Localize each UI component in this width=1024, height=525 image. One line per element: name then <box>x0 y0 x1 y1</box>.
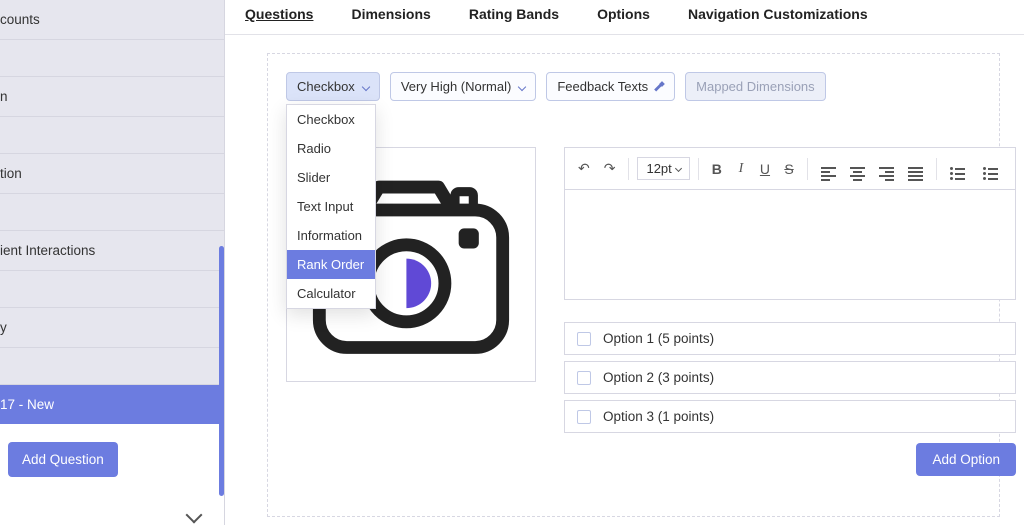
add-question-button[interactable]: Add Question <box>8 442 118 477</box>
separator <box>698 158 699 180</box>
sidebar-item-label: n <box>0 89 8 104</box>
type-pill-label: Checkbox <box>297 79 355 94</box>
sidebar-spacer <box>0 39 224 76</box>
sidebar-item[interactable]: counts <box>0 0 224 39</box>
underline-button[interactable]: U <box>755 157 775 181</box>
dropdown-item-highlight[interactable]: Rank Order <box>287 250 375 279</box>
weight-pill[interactable]: Very High (Normal) <box>390 72 537 101</box>
sidebar-item-label: tion <box>0 166 22 181</box>
rte-editor[interactable] <box>564 190 1016 300</box>
bullet-list-button[interactable] <box>945 153 970 184</box>
weight-pill-label: Very High (Normal) <box>401 79 512 94</box>
tabs: Questions Dimensions Rating Bands Option… <box>225 0 1024 35</box>
sidebar-scrollbar[interactable] <box>219 246 224 496</box>
bold-button[interactable]: B <box>707 157 727 181</box>
redo-button[interactable]: ↷ <box>599 156 621 181</box>
rte-toolbar: ↶ ↷ 12pt B I U S <box>564 147 1016 190</box>
dropdown-item[interactable]: Slider <box>287 163 375 192</box>
dropdown-item[interactable]: Radio <box>287 134 375 163</box>
options-list: Option 1 (5 points) Option 2 (3 points) … <box>564 322 1016 433</box>
app-root: counts n tion ient Interactions y 17 - N… <box>0 0 1024 525</box>
sidebar-item-label: ient Interactions <box>0 243 95 258</box>
question-panel: Checkbox Checkbox Radio Slider Text Inpu… <box>267 53 1000 517</box>
font-size-value: 12pt <box>646 161 671 176</box>
chevron-down-icon <box>518 82 526 90</box>
sidebar-item-active[interactable]: 17 - New <box>0 384 224 424</box>
question-title: New <box>286 115 981 131</box>
sidebar: counts n tion ient Interactions y 17 - N… <box>0 0 225 525</box>
chevron-down-icon <box>362 82 370 90</box>
separator <box>936 158 937 180</box>
numbered-list-button[interactable] <box>978 153 1003 184</box>
main-content: Questions Dimensions Rating Bands Option… <box>225 0 1024 525</box>
align-right-button[interactable] <box>874 152 899 185</box>
italic-button[interactable]: I <box>731 157 751 181</box>
font-size-select[interactable]: 12pt <box>637 157 689 180</box>
align-justify-button[interactable] <box>903 152 928 185</box>
checkbox-icon[interactable] <box>577 332 591 346</box>
editor-area: Checkbox Checkbox Radio Slider Text Inpu… <box>225 35 1024 525</box>
sidebar-spacer <box>0 347 224 384</box>
mapped-pill-label: Mapped Dimensions <box>696 79 815 94</box>
dropdown-item[interactable]: Checkbox <box>287 105 375 134</box>
undo-button[interactable]: ↶ <box>573 156 595 181</box>
add-option-row: Add Option <box>564 443 1016 476</box>
sidebar-lower: Add Question <box>0 424 224 525</box>
feedback-pill[interactable]: Feedback Texts <box>546 72 675 101</box>
checkbox-icon[interactable] <box>577 410 591 424</box>
sidebar-item-label: y <box>0 320 7 335</box>
tab-rating-bands[interactable]: Rating Bands <box>469 6 559 24</box>
option-label: Option 2 (3 points) <box>603 370 714 385</box>
sidebar-item[interactable]: tion <box>0 153 224 193</box>
add-option-button[interactable]: Add Option <box>916 443 1016 476</box>
sidebar-spacer <box>0 193 224 230</box>
tab-options[interactable]: Options <box>597 6 650 24</box>
dropdown-item[interactable]: Text Input <box>287 192 375 221</box>
tab-dimensions[interactable]: Dimensions <box>351 6 430 24</box>
expand-row[interactable] <box>0 499 224 525</box>
mapped-dimensions-pill: Mapped Dimensions <box>685 72 826 101</box>
chevron-down-icon <box>675 165 682 172</box>
sidebar-item-label: counts <box>0 12 40 27</box>
checkbox-icon[interactable] <box>577 371 591 385</box>
dropdown-item[interactable]: Calculator <box>287 279 375 308</box>
dropdown-item[interactable]: Information <box>287 221 375 250</box>
separator <box>628 158 629 180</box>
pill-row: Checkbox Checkbox Radio Slider Text Inpu… <box>286 72 981 101</box>
strike-button[interactable]: S <box>779 157 799 181</box>
sidebar-item[interactable]: n <box>0 76 224 116</box>
feedback-pill-label: Feedback Texts <box>557 79 648 94</box>
option-label: Option 3 (1 points) <box>603 409 714 424</box>
align-left-button[interactable] <box>816 152 841 185</box>
separator <box>807 158 808 180</box>
sidebar-spacer <box>0 116 224 153</box>
option-row[interactable]: Option 2 (3 points) <box>564 361 1016 394</box>
type-dropdown: Checkbox Radio Slider Text Input Informa… <box>286 104 376 309</box>
option-row[interactable]: Option 1 (5 points) <box>564 322 1016 355</box>
sidebar-item-label: 17 - New <box>0 397 54 412</box>
edit-icon <box>654 82 664 92</box>
type-pill[interactable]: Checkbox <box>286 72 380 101</box>
chevron-down-icon <box>186 507 203 524</box>
align-center-button[interactable] <box>845 152 870 185</box>
right-column: ↶ ↷ 12pt B I U S <box>564 147 1016 476</box>
sidebar-spacer <box>0 270 224 307</box>
body-row: ↶ ↷ 12pt B I U S <box>286 147 981 476</box>
sidebar-item[interactable]: ient Interactions <box>0 230 224 270</box>
option-row[interactable]: Option 3 (1 points) <box>564 400 1016 433</box>
sidebar-item[interactable]: y <box>0 307 224 347</box>
option-label: Option 1 (5 points) <box>603 331 714 346</box>
tab-navigation-customizations[interactable]: Navigation Customizations <box>688 6 868 24</box>
tab-questions[interactable]: Questions <box>245 6 313 24</box>
